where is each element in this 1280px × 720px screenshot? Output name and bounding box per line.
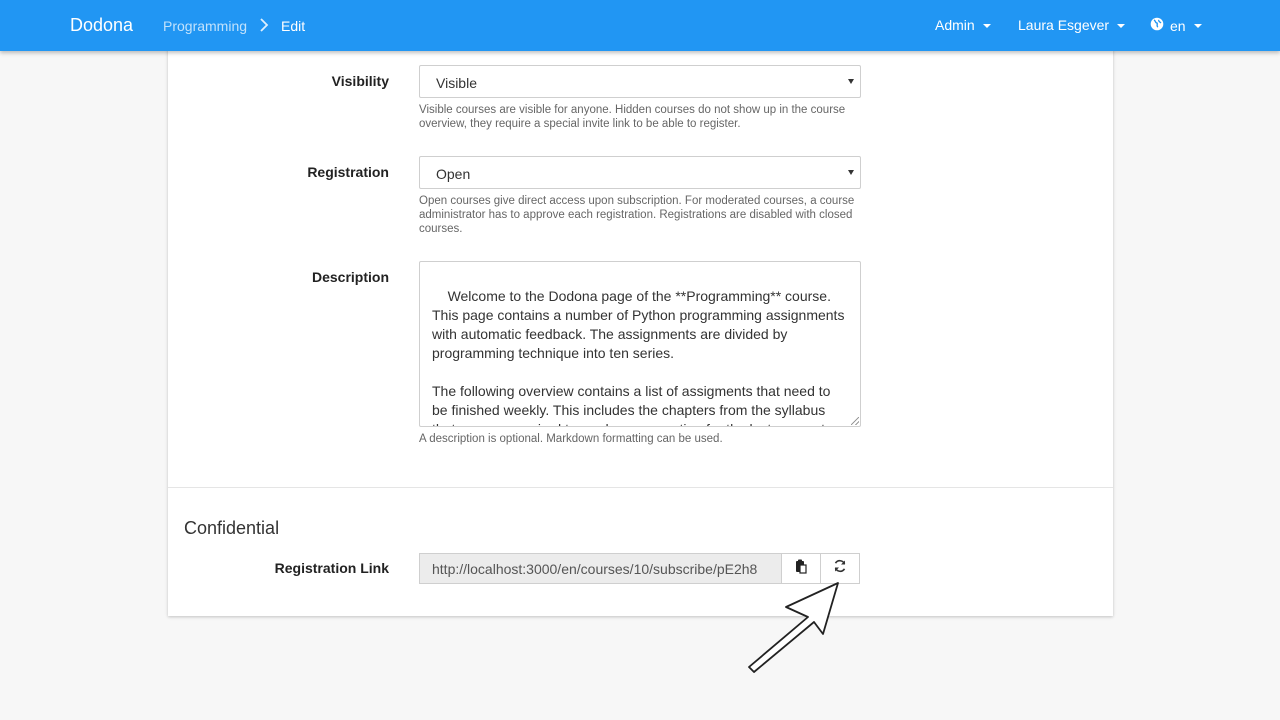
- registration-select-value: Open: [436, 166, 471, 182]
- breadcrumb-programming[interactable]: Programming: [163, 18, 247, 34]
- visibility-select-value: Visible: [436, 75, 477, 91]
- caret-down-icon: [982, 23, 991, 28]
- resize-handle-icon[interactable]: [851, 417, 859, 425]
- brand-logo[interactable]: Dodona: [70, 15, 133, 36]
- course-edit-card: Visibility Visible Visible courses are v…: [168, 40, 1113, 616]
- user-menu[interactable]: Laura Esgever: [1018, 17, 1126, 33]
- language-menu-label: en: [1170, 17, 1186, 34]
- description-textarea[interactable]: Welcome to the Dodona page of the **Prog…: [419, 261, 861, 427]
- registration-link-label: Registration Link: [274, 560, 389, 576]
- section-divider: [168, 487, 1113, 488]
- select-arrow-icon: [848, 79, 854, 84]
- breadcrumb-edit: Edit: [281, 18, 306, 34]
- user-menu-label: Laura Esgever: [1018, 17, 1110, 33]
- description-help: A description is optional. Markdown form…: [419, 433, 723, 445]
- registration-help: Open courses give direct access upon sub…: [419, 195, 855, 235]
- confidential-title: Confidential: [184, 518, 280, 538]
- caret-down-icon: [1117, 23, 1126, 28]
- globe-icon: [1150, 17, 1164, 34]
- chevron-right-icon: [259, 17, 269, 36]
- admin-menu-label: Admin: [935, 17, 975, 33]
- caret-down-icon: [1193, 24, 1202, 28]
- description-text: Welcome to the Dodona page of the **Prog…: [432, 288, 845, 426]
- admin-menu[interactable]: Admin: [935, 17, 991, 33]
- select-arrow-icon: [848, 170, 854, 175]
- description-label: Description: [311, 269, 389, 285]
- visibility-label: Visibility: [331, 73, 389, 89]
- visibility-select[interactable]: Visible: [419, 65, 861, 98]
- visibility-help: Visible courses are visible for anyone. …: [419, 104, 846, 130]
- language-menu[interactable]: en: [1150, 17, 1202, 34]
- pointer-arrow-annotation: [748, 582, 839, 673]
- registration-select[interactable]: Open: [419, 156, 861, 189]
- navbar: Dodona Programming Edit Admin Laura Esge…: [0, 0, 1280, 51]
- registration-label: Registration: [307, 164, 389, 180]
- registration-link-input[interactable]: http://localhost:3000/en/courses/10/subs…: [419, 553, 782, 584]
